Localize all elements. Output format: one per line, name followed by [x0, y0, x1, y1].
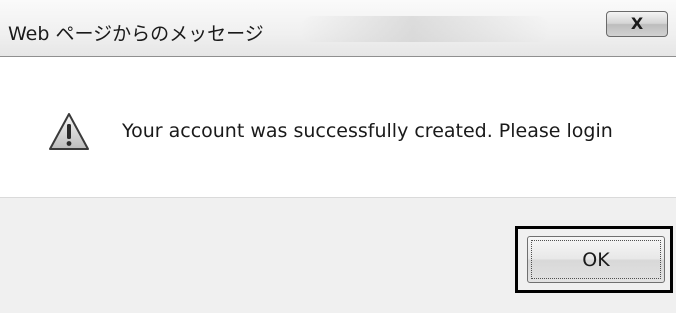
ok-button-label: OK — [582, 248, 610, 271]
close-icon: X — [630, 14, 644, 33]
title-bar-glass — [300, 16, 550, 42]
ok-button[interactable]: OK — [527, 236, 665, 283]
close-button[interactable]: X — [606, 11, 668, 37]
title-bar: Web ページからのメッセージ X — [0, 0, 676, 56]
dialog-content: Your account was successfully created. P… — [0, 56, 676, 198]
dialog-message: Your account was successfully created. P… — [122, 120, 613, 142]
dialog-title: Web ページからのメッセージ — [8, 23, 264, 45]
warning-icon — [49, 113, 89, 150]
message-dialog: Web ページからのメッセージ X Your account was succe… — [0, 0, 676, 313]
dialog-footer: OK — [0, 198, 676, 313]
